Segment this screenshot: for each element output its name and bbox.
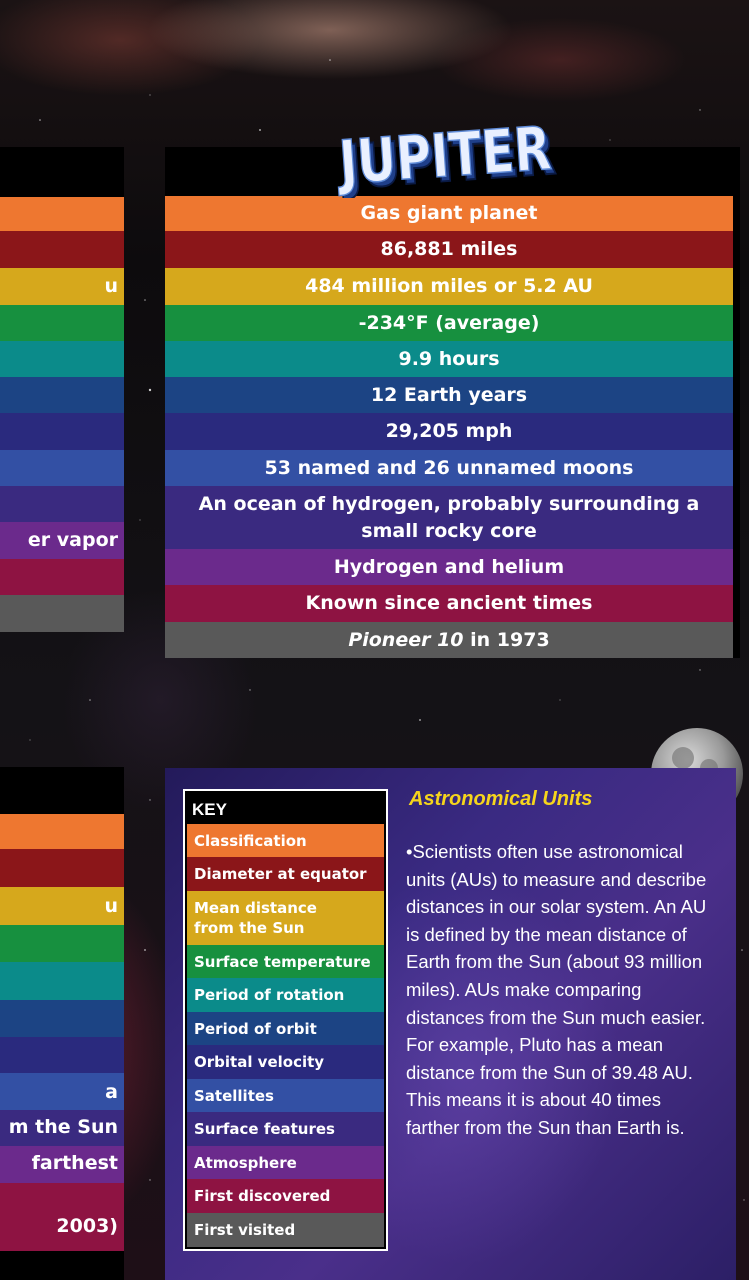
- key-item-atmosphere: Atmosphere: [187, 1146, 384, 1179]
- jupiter-surface-features: An ocean of hydrogen, probably surroundi…: [165, 486, 733, 549]
- left-row-surface-temperature: [0, 305, 124, 341]
- jupiter-period-of-rotation: 9.9 hours: [165, 341, 733, 377]
- key-item-mean-distance: Mean distance from the Sun: [187, 891, 384, 945]
- key-item-period-of-rotation: Period of rotation: [187, 978, 384, 1012]
- left2-row-first-visited-text: 2003): [56, 1215, 118, 1237]
- left-planet-panel-top: u er vapor: [0, 147, 124, 632]
- left-row-atmosphere-text: er vapor: [27, 529, 118, 551]
- left-row-mean-distance: u: [0, 268, 124, 305]
- jupiter-orbital-velocity: 29,205 mph: [165, 413, 733, 450]
- left2-row-surface-features: m the Sun: [0, 1110, 124, 1146]
- jupiter-first-visited-craft: Pioneer 10: [348, 628, 464, 651]
- jupiter-satellites: 53 named and 26 unnamed moons: [165, 450, 733, 486]
- left-row-first-discovered: [0, 559, 124, 595]
- left-row-period-of-orbit: [0, 377, 124, 413]
- left-row-surface-features: [0, 486, 124, 522]
- left-row-orbital-velocity: [0, 413, 124, 450]
- jupiter-surface-temperature: -234°F (average): [165, 305, 733, 341]
- left2-row-mean-distance: u: [0, 887, 124, 925]
- astronomical-units-title: Astronomical Units: [409, 788, 593, 810]
- left2-row-surface-features-text: m the Sun: [8, 1116, 118, 1138]
- key-title: KEY: [192, 800, 227, 819]
- left2-row-period-of-rotation: [0, 962, 124, 1000]
- color-key: KEY Classification Diameter at equator M…: [183, 789, 388, 1251]
- jupiter-fact-panel: Gas giant planet 86,881 miles 484 millio…: [165, 147, 740, 658]
- info-box: KEY Classification Diameter at equator M…: [165, 768, 736, 1280]
- key-item-surface-temperature: Surface temperature: [187, 945, 384, 978]
- left-row-atmosphere: er vapor: [0, 522, 124, 559]
- jupiter-first-visited: Pioneer 10 in 1973: [165, 622, 733, 658]
- key-item-satellites: Satellites: [187, 1079, 384, 1112]
- left-row-first-visited: [0, 595, 124, 632]
- left-row-classification: [0, 197, 124, 231]
- left-row-mean-distance-text: u: [104, 275, 118, 297]
- left2-row-atmosphere: farthest: [0, 1146, 124, 1183]
- jupiter-mean-distance: 484 million miles or 5.2 AU: [165, 268, 733, 305]
- left-row-satellites: [0, 450, 124, 486]
- jupiter-period-of-orbit: 12 Earth years: [165, 377, 733, 413]
- left2-row-satellites-text: a: [105, 1081, 118, 1103]
- key-item-period-of-orbit: Period of orbit: [187, 1012, 384, 1045]
- astronomical-units-body: •Scientists often use astronomical units…: [406, 841, 707, 1138]
- jupiter-title-text: JUPITER: [334, 114, 554, 198]
- jupiter-atmosphere: Hydrogen and helium: [165, 549, 733, 585]
- left2-row-classification: [0, 814, 124, 849]
- left2-row-satellites: a: [0, 1073, 124, 1110]
- left-row-diameter: [0, 231, 124, 268]
- left-planet-panel-bottom: u a m the Sun farthest 2003): [0, 767, 124, 1280]
- jupiter-first-discovered: Known since ancient times: [165, 585, 733, 622]
- jupiter-title: JUPITER JUPITER: [333, 113, 559, 198]
- jupiter-first-visited-year: in 1973: [463, 628, 550, 651]
- left2-row-atmosphere-text: farthest: [31, 1152, 118, 1174]
- left2-row-diameter: [0, 849, 124, 887]
- jupiter-classification: Gas giant planet: [165, 196, 733, 231]
- key-item-first-discovered: First discovered: [187, 1179, 384, 1213]
- left2-row-first-visited: 2003): [0, 1211, 124, 1251]
- left2-row-period-of-orbit: [0, 1000, 124, 1037]
- jupiter-diameter: 86,881 miles: [165, 231, 733, 268]
- key-item-first-visited: First visited: [187, 1213, 384, 1247]
- key-item-diameter: Diameter at equator: [187, 857, 384, 891]
- key-item-orbital-velocity: Orbital velocity: [187, 1045, 384, 1079]
- left2-row-mean-distance-text: u: [104, 895, 118, 917]
- key-item-surface-features: Surface features: [187, 1112, 384, 1146]
- left2-row-orbital-velocity: [0, 1037, 124, 1073]
- key-item-classification: Classification: [187, 824, 384, 857]
- left2-row-surface-temperature: [0, 925, 124, 962]
- left-row-period-of-rotation: [0, 341, 124, 377]
